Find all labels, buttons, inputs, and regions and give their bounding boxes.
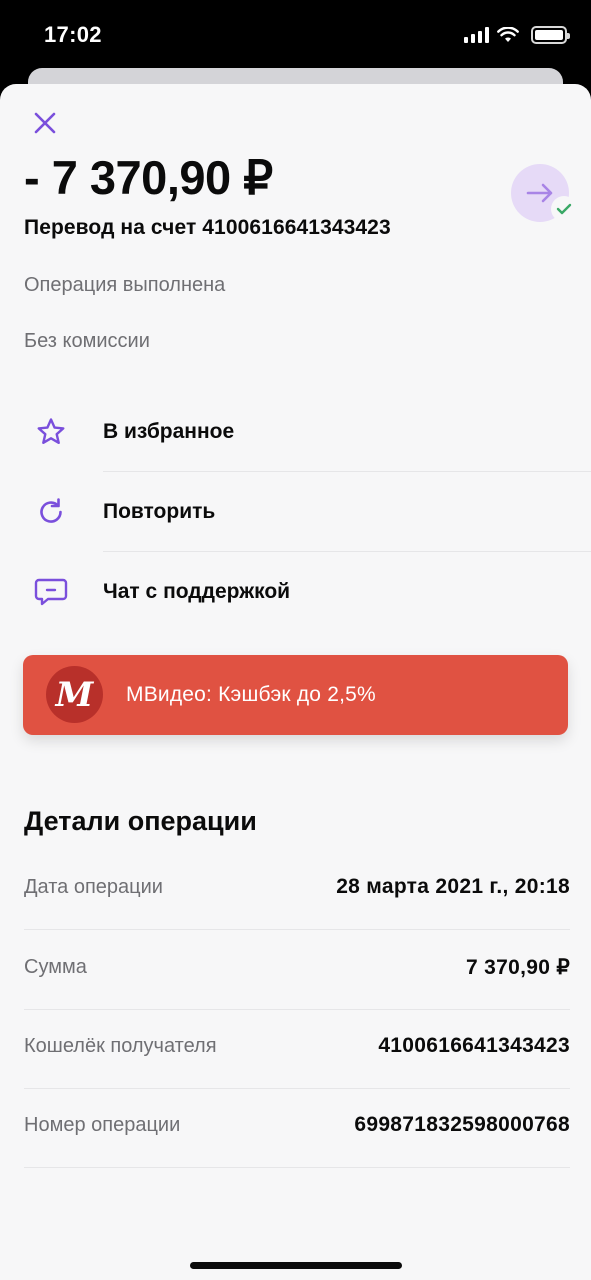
repeat-icon [34, 495, 68, 529]
operation-sheet: - 7 370,90 ₽ Перевод на счет 41006166413… [0, 84, 591, 1280]
repeat-action[interactable]: Повторить [0, 472, 591, 552]
mvideo-logo: М [46, 666, 103, 723]
commission-info: Без комиссии [24, 330, 150, 352]
operation-status: Операция выполнена [24, 274, 226, 296]
favorite-action[interactable]: В избранное [0, 392, 591, 472]
detail-value: 699871832598000768 [354, 1113, 570, 1136]
promo-text: МВидео: Кэшбэк до 2,5% [126, 683, 376, 706]
status-icons [464, 26, 570, 44]
star-icon [34, 415, 68, 449]
detail-label: Дата операции [24, 876, 163, 898]
chat-icon [34, 575, 68, 609]
detail-label: Сумма [24, 956, 87, 978]
detail-value: 28 марта 2021 г., 20:18 [336, 875, 570, 898]
close-icon [34, 112, 56, 134]
divider [24, 1167, 570, 1168]
operation-title: Перевод на счет 4100616641343423 [24, 216, 391, 239]
wifi-icon [497, 27, 519, 42]
close-button[interactable] [30, 108, 60, 138]
operation-amount: - 7 370,90 ₽ [24, 151, 273, 204]
support-chat-label: Чат с поддержкой [103, 580, 291, 603]
battery-icon [531, 26, 570, 44]
detail-row-wallet: Кошелёк получателя 4100616641343423 [24, 1009, 570, 1089]
status-bar: 17:02 [0, 0, 591, 70]
signal-icon [464, 27, 489, 43]
detail-row-date: Дата операции 28 марта 2021 г., 20:18 [24, 850, 570, 930]
detail-value: 7 370,90 ₽ [466, 956, 570, 979]
status-time: 17:02 [44, 22, 102, 47]
detail-label: Номер операции [24, 1114, 181, 1136]
support-chat-action[interactable]: Чат с поддержкой [0, 552, 591, 632]
detail-row-operation-number: Номер операции 699871832598000768 [24, 1088, 570, 1168]
home-indicator[interactable] [190, 1262, 402, 1269]
favorite-label: В избранное [103, 420, 235, 443]
detail-label: Кошелёк получателя [24, 1035, 217, 1057]
cashback-promo-banner[interactable]: М МВидео: Кэшбэк до 2,5% [23, 655, 568, 735]
success-check-icon [551, 196, 577, 222]
details-title: Детали операции [24, 806, 257, 836]
repeat-label: Повторить [103, 500, 216, 523]
detail-row-sum: Сумма 7 370,90 ₽ [24, 930, 570, 1010]
detail-value: 4100616641343423 [378, 1034, 570, 1057]
